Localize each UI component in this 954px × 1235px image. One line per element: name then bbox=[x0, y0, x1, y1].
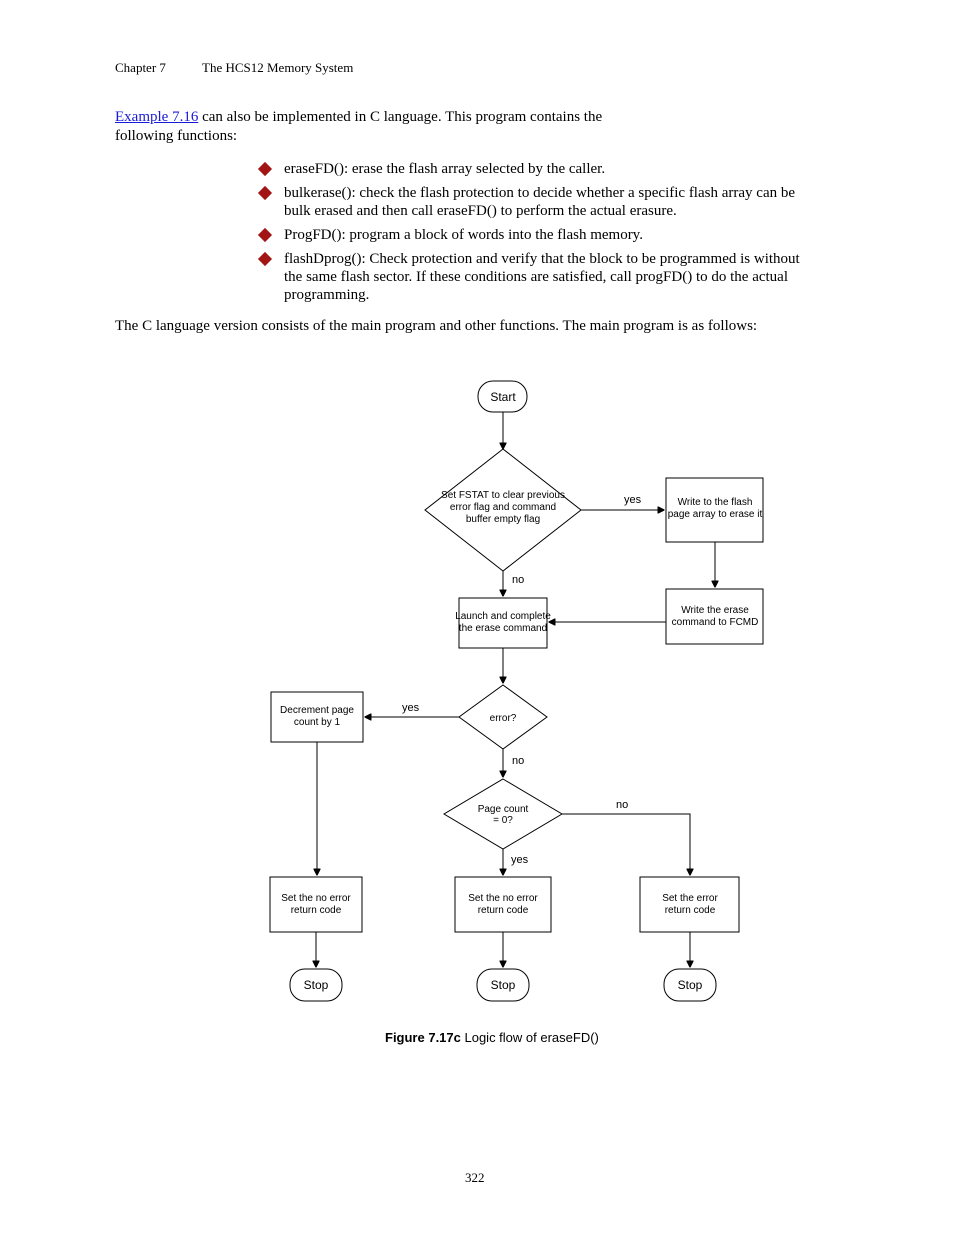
svg-text:= 0?: = 0? bbox=[493, 815, 513, 826]
svg-text:return code: return code bbox=[478, 905, 529, 916]
svg-text:Write the erase: Write the erase bbox=[681, 605, 749, 616]
svg-text:the erase command: the erase command bbox=[459, 623, 547, 634]
svg-text:Stop: Stop bbox=[491, 978, 516, 992]
svg-text:Decrement page: Decrement page bbox=[280, 705, 354, 716]
svg-text:Start: Start bbox=[490, 390, 516, 404]
figure-caption: Figure 7.17c Logic flow of eraseFD() bbox=[385, 1030, 599, 1045]
svg-text:Set the error: Set the error bbox=[662, 893, 718, 904]
svg-text:Launch and complete: Launch and complete bbox=[455, 611, 551, 622]
svg-text:Stop: Stop bbox=[304, 978, 329, 992]
svg-text:Page count: Page count bbox=[478, 804, 529, 815]
svg-text:yes: yes bbox=[511, 854, 529, 866]
svg-text:no: no bbox=[512, 574, 524, 586]
svg-text:Stop: Stop bbox=[678, 978, 703, 992]
svg-text:no: no bbox=[512, 755, 524, 767]
svg-text:Set the no error: Set the no error bbox=[468, 893, 538, 904]
svg-text:page array to erase it: page array to erase it bbox=[668, 509, 763, 520]
svg-text:return code: return code bbox=[665, 905, 716, 916]
svg-text:yes: yes bbox=[624, 494, 642, 506]
svg-text:no: no bbox=[616, 799, 628, 811]
svg-text:error flag and command: error flag and command bbox=[450, 502, 556, 513]
svg-text:error?: error? bbox=[490, 713, 517, 724]
svg-text:Set FSTAT to clear previous: Set FSTAT to clear previous bbox=[441, 490, 565, 501]
svg-text:Set the no error: Set the no error bbox=[281, 893, 351, 904]
svg-text:count by 1: count by 1 bbox=[294, 717, 341, 728]
page-number: 322 bbox=[465, 1170, 485, 1186]
svg-text:return code: return code bbox=[291, 905, 342, 916]
svg-text:command to FCMD: command to FCMD bbox=[672, 617, 759, 628]
svg-text:buffer empty flag: buffer empty flag bbox=[466, 514, 540, 525]
svg-text:yes: yes bbox=[402, 702, 420, 714]
flowchart: Start Set FSTAT to clear previous error … bbox=[0, 0, 954, 1235]
svg-text:Write to the flash: Write to the flash bbox=[678, 497, 753, 508]
